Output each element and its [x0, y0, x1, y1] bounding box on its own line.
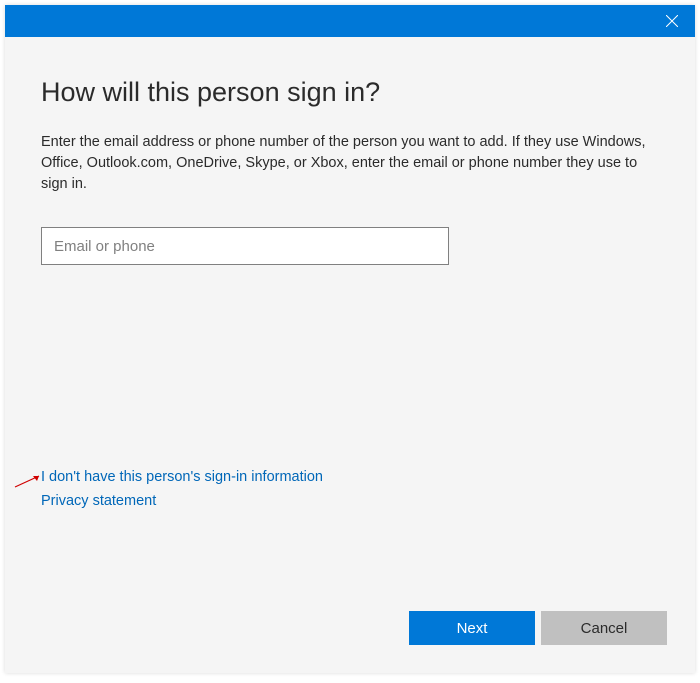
dialog-heading: How will this person sign in?	[41, 77, 659, 108]
dialog-description: Enter the email address or phone number …	[41, 132, 659, 195]
close-button[interactable]	[649, 5, 695, 37]
close-icon	[666, 15, 678, 27]
links-section: I don't have this person's sign-in infor…	[41, 469, 323, 517]
next-button[interactable]: Next	[409, 611, 535, 645]
privacy-statement-link[interactable]: Privacy statement	[41, 493, 323, 509]
titlebar	[5, 5, 695, 37]
cancel-button[interactable]: Cancel	[541, 611, 667, 645]
signin-dialog: How will this person sign in? Enter the …	[5, 5, 695, 673]
email-or-phone-input[interactable]	[41, 227, 449, 265]
dialog-footer: Next Cancel	[5, 611, 695, 673]
arrow-annotation-icon	[13, 473, 43, 489]
no-signin-info-link[interactable]: I don't have this person's sign-in infor…	[41, 469, 323, 485]
dialog-content: How will this person sign in? Enter the …	[5, 37, 695, 611]
